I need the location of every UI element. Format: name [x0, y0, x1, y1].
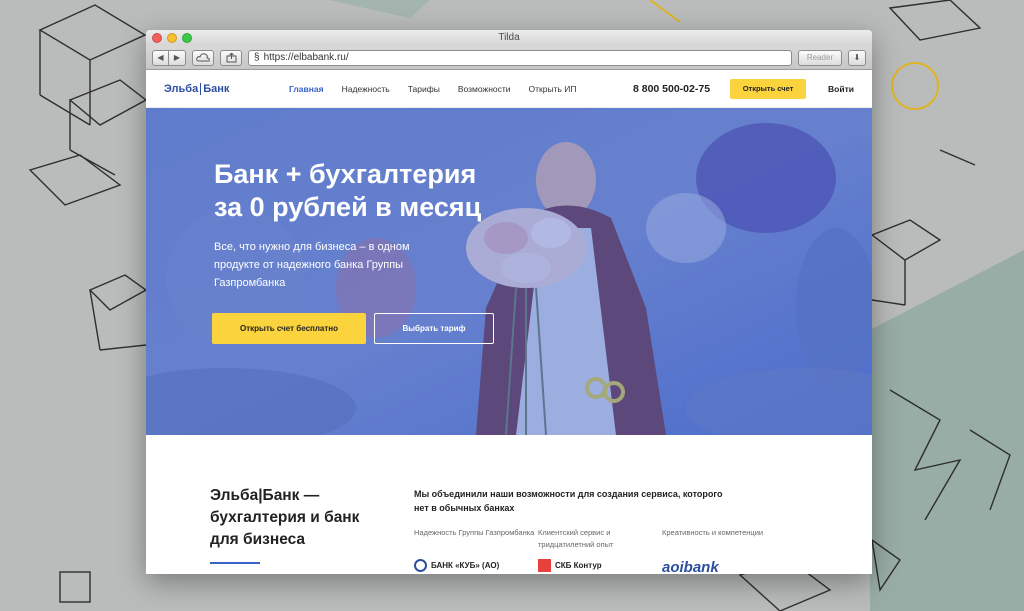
hero-title: Банк + бухгалтерия за 0 рублей в месяц — [214, 158, 534, 224]
minimize-window-button[interactable] — [167, 33, 177, 43]
login-link[interactable]: Войти — [828, 84, 854, 94]
hero-subtitle: Все, что нужно для бизнеса – в одном про… — [214, 241, 410, 289]
window-titlebar: Tilda — [146, 30, 872, 46]
about-section: Эльба|Банк — бухгалтерия и банк для бизн… — [146, 435, 872, 574]
logo-part1: Эльба — [164, 82, 199, 95]
site-header: Эльба Банк Главная Надежность Тарифы Воз… — [146, 70, 872, 108]
aoibank-logo: aoibank — [662, 559, 786, 574]
hero-title-line1: Банк + бухгалтерия — [214, 159, 477, 189]
downloads-button[interactable]: ⬇ — [848, 49, 866, 66]
nav-item-open-ip[interactable]: Открыть ИП — [529, 84, 577, 94]
nav-item-tariffs[interactable]: Тарифы — [408, 84, 440, 94]
history-nav: ◀ ▶ — [152, 49, 186, 66]
nav-item-home[interactable]: Главная — [289, 84, 324, 94]
zoom-window-button[interactable] — [182, 33, 192, 43]
url-text: https://elbabank.ru/ — [263, 52, 349, 63]
about-underline — [210, 562, 260, 564]
skb-kontur-logo: СКБ Контур — [538, 559, 662, 572]
partner-features: Надежность Группы Газпромбанка БАНК «КУБ… — [414, 527, 786, 574]
browser-toolbar: ◀ ▶ § https://elbabank.ru/ Reader ⬇ — [146, 46, 872, 70]
skb-kontur-name: СКБ Контур — [555, 561, 602, 570]
cloud-icon — [196, 53, 210, 62]
window-title: Tilda — [498, 32, 520, 43]
share-button[interactable] — [220, 49, 242, 66]
forward-button[interactable]: ▶ — [169, 49, 186, 66]
close-window-button[interactable] — [152, 33, 162, 43]
kub-bank-logo: БАНК «КУБ» (АО) — [414, 559, 538, 572]
bookmark-icon: § — [254, 52, 260, 63]
chevron-left-icon: ◀ — [157, 53, 164, 62]
nav-item-reliability[interactable]: Надежность — [342, 84, 390, 94]
open-account-button[interactable]: Открыть счет — [730, 78, 807, 99]
about-lead: Мы объединили наши возможности для созда… — [414, 489, 723, 513]
address-bar[interactable]: § https://elbabank.ru/ — [248, 49, 792, 66]
logo-divider — [200, 82, 202, 95]
back-button[interactable]: ◀ — [152, 49, 169, 66]
download-icon: ⬇ — [853, 53, 861, 62]
phone-number[interactable]: 8 800 500-02-75 — [633, 83, 710, 95]
open-free-account-button[interactable]: Открыть счет бесплатно — [212, 313, 366, 344]
skb-kontur-icon — [538, 559, 551, 572]
reader-label: Reader — [806, 53, 834, 62]
feature-label: Клиентский сервис и тридцатилетний опыт — [538, 528, 614, 549]
share-icon — [226, 52, 236, 62]
nav-item-features[interactable]: Возможности — [458, 84, 511, 94]
web-page: Эльба Банк Главная Надежность Тарифы Воз… — [146, 70, 872, 574]
kub-bank-icon — [414, 559, 427, 572]
feature-aoibank: Креативность и компетенции aoibank — [662, 527, 786, 574]
browser-window: Tilda ◀ ▶ § https://elbabank.ru/ Reader … — [146, 30, 872, 574]
hero-section: Банк + бухгалтерия за 0 рублей в месяц В… — [146, 108, 872, 435]
icloud-tabs-button[interactable] — [192, 49, 214, 66]
aoibank-name: aoibank — [662, 559, 719, 574]
window-controls — [152, 33, 192, 43]
about-title: Эльба|Банк — бухгалтерия и банк для бизн… — [210, 487, 360, 548]
chevron-right-icon: ▶ — [173, 53, 181, 62]
feature-kontur: Клиентский сервис и тридцатилетний опыт … — [538, 527, 662, 574]
feature-label: Надежность Группы Газпромбанка — [414, 528, 535, 537]
logo-part2: Банк — [203, 82, 230, 95]
reader-button[interactable]: Reader — [798, 49, 842, 66]
hero-buttons: Открыть счет бесплатно Выбрать тариф — [212, 313, 494, 344]
elbabank-logo[interactable]: Эльба Банк — [164, 82, 289, 95]
feature-gazprombank: Надежность Группы Газпромбанка БАНК «КУБ… — [414, 527, 538, 574]
hero-title-line2: за 0 рублей в месяц — [214, 192, 482, 222]
main-nav: Главная Надежность Тарифы Возможности От… — [289, 84, 577, 94]
feature-label: Креативность и компетенции — [662, 528, 764, 537]
choose-tariff-button[interactable]: Выбрать тариф — [374, 313, 494, 344]
hero-content: Банк + бухгалтерия за 0 рублей в месяц В… — [214, 158, 534, 292]
kub-bank-name: БАНК «КУБ» (АО) — [431, 561, 500, 570]
